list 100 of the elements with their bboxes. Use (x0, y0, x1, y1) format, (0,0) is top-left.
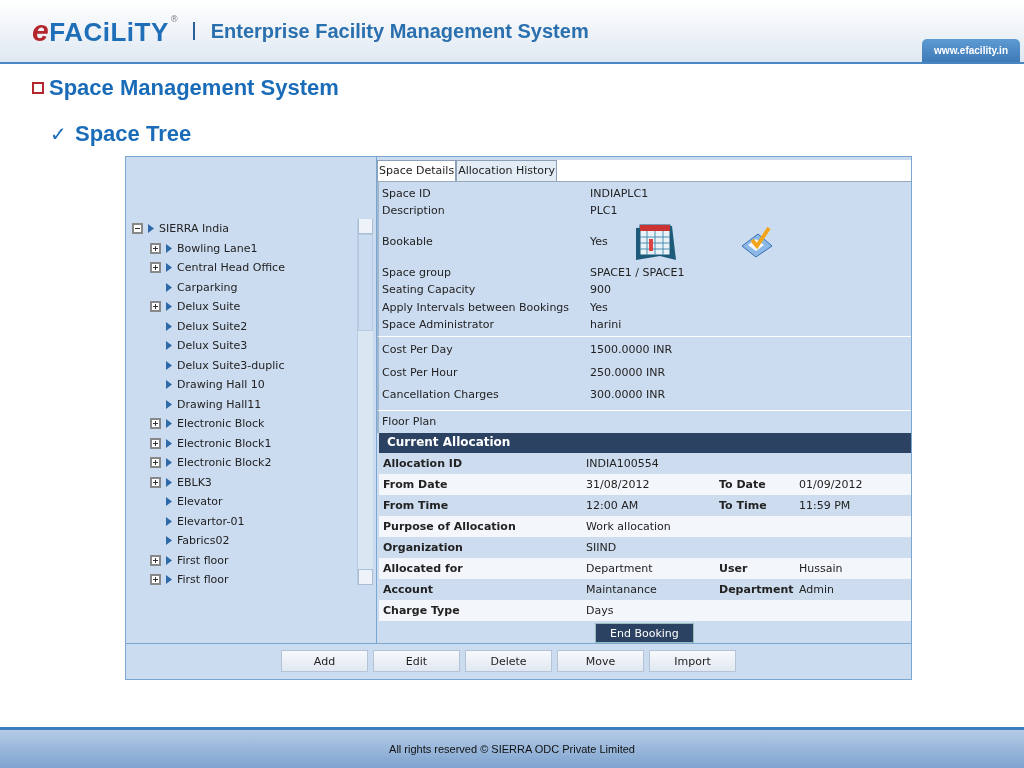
scrollbar[interactable] (357, 219, 373, 585)
node-icon (166, 555, 172, 565)
field-label: Apply Intervals between Bookings (381, 300, 571, 314)
tree-item[interactable]: Delux Suite2 (177, 319, 248, 333)
node-icon (166, 399, 172, 409)
field-value: Yes (590, 235, 608, 249)
expand-toggle[interactable] (150, 242, 161, 254)
section-header: Current Allocation (379, 433, 911, 453)
node-icon (166, 536, 172, 546)
field-value: SPACE1 / SPACE1 (590, 265, 685, 279)
tree-item[interactable]: Fabrics02 (177, 534, 230, 548)
field-label: Purpose of Allocation (382, 520, 517, 533)
page-title: Enterprise Facility Management System (210, 19, 589, 43)
expand-toggle[interactable] (150, 457, 161, 469)
expand-toggle[interactable] (150, 262, 161, 274)
tree-item[interactable]: Delux Suite3 (177, 339, 248, 353)
expand-toggle[interactable] (150, 554, 161, 566)
field-value: harini (590, 318, 622, 332)
field-value: Hussain (799, 562, 843, 575)
field-value: INDIA100554 (586, 457, 660, 470)
field-label: Charge Type (382, 604, 461, 617)
tree-item[interactable]: Electronic Block (177, 417, 265, 431)
node-icon (166, 243, 172, 253)
node-icon (166, 360, 172, 370)
subheading: Space Tree (75, 121, 192, 147)
tab[interactable]: Space Details (377, 160, 457, 181)
field-value: Yes (590, 300, 608, 314)
field-value: Work allocation (586, 520, 672, 533)
tree-item[interactable]: Drawing Hall11 (177, 397, 262, 411)
node-icon (166, 477, 172, 487)
node-icon (166, 380, 172, 390)
field-value: 12:00 AM (586, 499, 640, 512)
expand-toggle[interactable] (150, 301, 161, 313)
field-label: Space ID (381, 186, 432, 200)
field-label: Seating Capacity (381, 283, 477, 297)
checklist-icon (739, 225, 774, 258)
field-label: Description (381, 204, 446, 218)
field-label: From Date (382, 478, 449, 491)
field-label: Space group (381, 265, 452, 279)
node-icon (166, 321, 172, 331)
field-value: PLC1 (590, 204, 618, 218)
tree-item[interactable]: SIERRA India (159, 222, 230, 236)
field-value: 900 (590, 283, 611, 297)
check-mark: ✓ (50, 122, 67, 146)
field-value: Maintanance (586, 583, 658, 596)
tree-item[interactable]: Central Head Office (177, 261, 285, 275)
tree-item[interactable]: Elevartor-01 (177, 514, 245, 528)
action-button[interactable]: Edit (373, 650, 460, 672)
field-label: From Time (382, 499, 450, 512)
field-label: To Time (719, 499, 768, 512)
bullet-icon (32, 82, 44, 94)
field-label: Cost Per Hour (381, 365, 459, 379)
tree-item[interactable]: First floor (177, 553, 229, 567)
node-icon (166, 263, 172, 273)
action-button[interactable]: Delete (465, 650, 552, 672)
tree-item[interactable]: Elevator (177, 495, 223, 509)
tab[interactable]: Allocation History (456, 160, 557, 181)
expand-toggle[interactable] (150, 476, 161, 488)
action-button[interactable]: Add (281, 650, 368, 672)
copyright-text: All rights reserved © SIERRA ODC Private Limited (389, 743, 635, 755)
node-icon (166, 341, 172, 351)
node-icon (148, 224, 154, 234)
field-value: Department (586, 562, 654, 575)
tree-item[interactable]: Electronic Block1 (177, 436, 272, 450)
node-icon (166, 438, 172, 448)
node-icon (166, 302, 172, 312)
tree-item[interactable]: Carparking (177, 280, 238, 294)
divider (192, 22, 195, 40)
field-value: 250.0000 INR (590, 365, 666, 379)
node-icon (166, 516, 172, 526)
field-label: Account (382, 583, 435, 596)
field-label: Cost Per Day (381, 343, 454, 357)
expand-toggle[interactable] (150, 437, 161, 449)
node-icon (166, 575, 172, 585)
tree-item[interactable]: Drawing Hall 10 (177, 378, 265, 392)
expand-toggle[interactable] (150, 574, 161, 585)
collapse-toggle[interactable] (132, 223, 143, 235)
field-value: INDIAPLC1 (590, 186, 649, 200)
end-booking-button[interactable]: End Booking (595, 623, 694, 643)
field-label: User (719, 562, 749, 575)
tree-item[interactable]: Delux Suite3-duplic (177, 358, 285, 372)
field-label: Cancellation Charges (381, 388, 500, 402)
field-label: Space Administrator (381, 318, 495, 332)
field-value: Admin (799, 583, 835, 596)
field-label: To Date (719, 478, 767, 491)
tree-item[interactable]: Bowling Lane1 (177, 241, 258, 255)
tree-item[interactable]: EBLK3 (177, 475, 212, 489)
node-icon (166, 282, 172, 292)
action-button[interactable]: Import (649, 650, 736, 672)
logo: eFACiLiTY (32, 14, 169, 48)
expand-toggle[interactable] (150, 418, 161, 430)
node-icon (166, 458, 172, 468)
action-button[interactable]: Move (557, 650, 644, 672)
field-label: Allocation ID (382, 457, 464, 470)
field-value: Days (586, 604, 615, 617)
field-value: 1500.0000 INR (590, 343, 673, 357)
tree-item[interactable]: Electronic Block2 (177, 456, 272, 470)
tree-item[interactable]: First floor (177, 573, 229, 585)
field-value: SIIND (586, 541, 618, 554)
tree-item[interactable]: Delux Suite (177, 300, 241, 314)
